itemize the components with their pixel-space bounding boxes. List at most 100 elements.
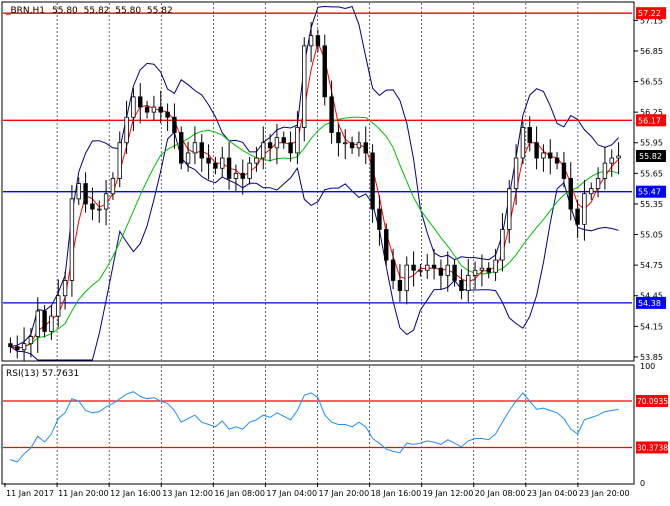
candle-body — [548, 152, 553, 159]
candle-body — [431, 264, 437, 269]
candle-body — [261, 142, 266, 159]
candle-body — [397, 280, 403, 292]
candle-body — [138, 96, 143, 108]
candle-body — [363, 142, 368, 154]
price-panel[interactable] — [1, 1, 635, 362]
candle-body — [110, 178, 116, 195]
candle-body — [541, 152, 546, 159]
candle-body — [131, 96, 136, 118]
candle-body — [322, 45, 327, 98]
candle-body — [90, 203, 95, 210]
candle-body — [411, 264, 416, 271]
candle-body — [438, 267, 444, 276]
candle-body — [315, 35, 321, 47]
rsi-level-label: 70.0935 — [637, 397, 668, 406]
time-label: 18 Jan 16:00 — [371, 489, 422, 498]
time-label: 17 Jan 04:00 — [266, 489, 317, 498]
candle-body — [49, 315, 54, 332]
candle-body — [179, 132, 184, 164]
candle-body — [76, 183, 81, 200]
candle-body — [213, 162, 218, 169]
candle-body — [472, 269, 478, 276]
chart-window[interactable]: 57.15 56.85 56.55 56.25 55.95 55.65 55.35 55.05… — [0, 0, 670, 502]
candle — [302, 37, 307, 142]
time-label: 12 Jan 16:00 — [110, 489, 161, 498]
ohlc-close: 55.82 — [147, 6, 173, 16]
price-level-label: 57.22 — [638, 9, 661, 18]
candle-body — [336, 132, 341, 144]
price-tick-label: 55.65 — [640, 169, 663, 178]
candle-body — [377, 208, 382, 230]
candle-body — [274, 137, 280, 149]
candle-body — [602, 162, 608, 179]
candle-body — [220, 157, 225, 169]
candle-body — [479, 267, 485, 271]
price-tick-label: 54.75 — [640, 261, 663, 270]
candle-body — [117, 142, 122, 179]
candle-body — [15, 346, 20, 351]
candle-body — [616, 155, 621, 159]
candle-body — [582, 193, 587, 225]
time-label: 20 Jan 08:00 — [475, 489, 526, 498]
ohlc-open: 55.80 — [52, 6, 78, 16]
candle-body — [384, 229, 389, 261]
candle-body — [124, 116, 129, 144]
time-label: 17 Jan 20:00 — [319, 489, 370, 498]
price-tick-label: 55.05 — [640, 231, 663, 240]
candle-body — [56, 295, 61, 317]
price-axis: 57.1556.8556.5556.2555.9555.6555.3555.05… — [634, 7, 668, 488]
candle-body — [151, 106, 157, 113]
ohlc-high: 55.82 — [84, 6, 110, 16]
price-tick-label: 56.55 — [640, 78, 663, 87]
time-label: 23 Jan 20:00 — [579, 489, 630, 498]
candle-body — [254, 157, 259, 164]
candle-body — [62, 280, 68, 297]
ohlc-low: 55.80 — [115, 6, 141, 16]
candle-body — [466, 274, 471, 292]
candle-body — [144, 106, 150, 113]
candle-body — [513, 157, 519, 190]
candle-body — [308, 35, 314, 47]
candle-body — [534, 142, 539, 159]
candle-body — [185, 152, 191, 164]
candle-body — [356, 142, 362, 149]
price-tick-label: 56.85 — [640, 47, 663, 56]
candle-body — [561, 162, 567, 179]
candle-body — [172, 116, 177, 133]
candle-body — [199, 142, 204, 159]
candle-body — [69, 198, 75, 281]
rsi-tick-label: 0 — [640, 479, 645, 488]
time-label: 11 Jan 2017 — [6, 489, 54, 498]
candle-body — [425, 264, 430, 271]
candle-body — [97, 208, 102, 211]
candle-body — [28, 336, 34, 345]
candle-body — [233, 172, 239, 179]
candle-body — [452, 264, 457, 281]
candle-body — [247, 162, 252, 179]
time-label: 23 Jan 04:00 — [527, 489, 578, 498]
candle-body — [589, 188, 594, 195]
time-label: 11 Jan 20:00 — [58, 489, 109, 498]
candle-body — [568, 178, 573, 210]
candle-body — [226, 157, 232, 179]
candle-body — [404, 264, 409, 292]
price-tick-label: 55.35 — [640, 200, 663, 209]
candle-body — [240, 172, 245, 179]
time-label: 19 Jan 12:00 — [423, 489, 474, 498]
candle-body — [267, 142, 273, 149]
candle-body — [295, 127, 300, 154]
candle — [520, 121, 526, 165]
candle-body — [343, 142, 348, 145]
candle-body — [8, 343, 13, 348]
candle-body — [329, 96, 334, 133]
candle-body — [507, 188, 512, 230]
candle-body — [486, 267, 491, 273]
rsi-panel[interactable] — [1, 364, 635, 485]
current-price-label: 55.82 — [639, 152, 662, 161]
chart-svg[interactable]: 57.1556.8556.5556.2555.9555.6555.3555.05… — [0, 0, 670, 502]
candle-body — [165, 111, 170, 118]
candle-body — [527, 127, 532, 144]
candle-body — [302, 45, 307, 128]
candle — [384, 223, 389, 267]
price-tick-label: 55.95 — [640, 139, 663, 148]
